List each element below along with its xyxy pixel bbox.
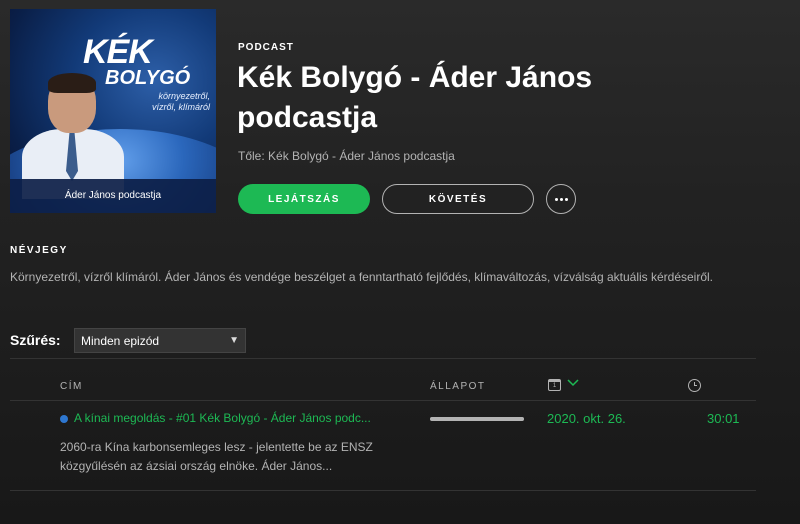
podcast-cover-art: KÉK BOLYGÓ környezetről, vízről, klímáró… bbox=[10, 9, 216, 213]
page-title: Kék Bolygó - Áder János podcastja bbox=[237, 61, 593, 134]
chevron-down-icon: ▼ bbox=[229, 335, 239, 346]
episode-title[interactable]: A kínai megoldás - #01 Kék Bolygó - Áder… bbox=[74, 411, 414, 425]
episode-duration: 30:01 bbox=[707, 411, 740, 426]
filter-selected-value: Minden epizód bbox=[81, 333, 160, 348]
episode-filter-select[interactable]: Minden epizód ▼ bbox=[74, 328, 246, 353]
more-dots-icon bbox=[554, 197, 558, 201]
episode-description: 2060-ra Kína karbonsemleges lesz - jelen… bbox=[60, 440, 373, 473]
calendar-icon[interactable]: 1 bbox=[548, 379, 561, 391]
divider bbox=[10, 490, 756, 491]
column-header-status: ÁLLAPOT bbox=[430, 381, 486, 392]
episode-progress-fill bbox=[430, 417, 524, 421]
play-button[interactable]: LEJÁTSZÁS bbox=[238, 184, 370, 214]
about-heading: NÉVJEGY bbox=[10, 245, 68, 256]
column-header-title[interactable]: CÍM bbox=[60, 381, 83, 392]
filter-label: Szűrés: bbox=[10, 332, 61, 348]
cover-caption: Áder János podcastja bbox=[64, 190, 162, 201]
divider bbox=[10, 400, 756, 401]
cover-subtitle: környezetről, vízről, klímáról bbox=[151, 91, 210, 112]
cover-title-line2: BOLYGÓ bbox=[105, 67, 191, 89]
about-text: Környezetről, vízről klímáról. Áder Jáno… bbox=[10, 270, 714, 284]
content-type-label: PODCAST bbox=[238, 42, 294, 53]
divider bbox=[10, 358, 756, 359]
follow-button[interactable]: KÖVETÉS bbox=[382, 184, 534, 214]
unplayed-dot-icon bbox=[60, 415, 68, 423]
author-line[interactable]: Tőle: Kék Bolygó - Áder János podcastja bbox=[238, 149, 455, 163]
more-options-button[interactable] bbox=[546, 184, 576, 214]
episode-progress-bar bbox=[430, 417, 524, 421]
clock-icon[interactable] bbox=[688, 379, 701, 392]
episode-date: 2020. okt. 26. bbox=[547, 411, 626, 426]
sort-chevron-down-icon[interactable] bbox=[567, 377, 579, 391]
